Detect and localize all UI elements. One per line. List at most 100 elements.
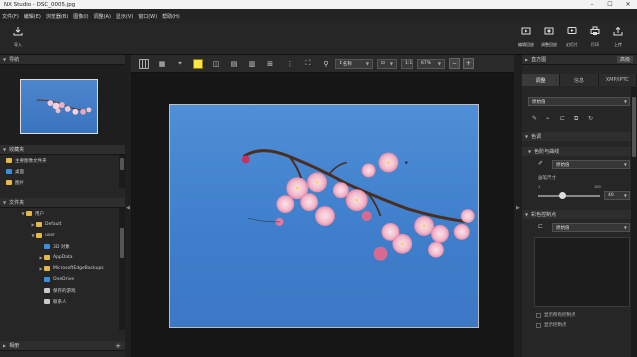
favorites-section: ▼ 收藏夹 主要图像文件夹 桌面 图片 [0,145,125,188]
sort-dropdown[interactable]: ↕ 名称 ▼ [335,58,373,69]
single-view-button[interactable] [193,58,203,69]
slider-min: 1 [538,185,541,189]
filter-icon: ⚲ [323,59,329,68]
split-view-button[interactable]: ▥ [247,59,257,69]
tab-info[interactable]: 信息 [560,74,599,86]
tree-item-saved-games[interactable]: 保存的游戏 [0,285,125,296]
close-button[interactable]: ✕ [619,0,637,9]
brush-icon[interactable]: ⌁ [546,115,550,122]
play-adjust-icon [544,27,554,35]
zoom-out-button[interactable]: − [449,58,460,69]
levels-preset-dropdown[interactable]: 原始值 ▼ [552,160,630,169]
print-button[interactable]: 打印 [584,26,606,48]
show-all-points-checkbox[interactable] [536,313,541,318]
menu-window[interactable]: 窗口(W) [138,13,157,20]
brush-size-input[interactable]: 40 ▼ [604,191,630,200]
tree-item-3d-objects[interactable]: 3D 对象 [0,241,125,252]
zoom-in-button[interactable]: + [463,58,474,69]
grid-view-button[interactable]: ▤ [229,59,239,69]
menu-view[interactable]: 显示(V) [116,13,133,20]
window-controls: – ☐ ✕ [583,0,637,9]
edit-playback-button[interactable]: 编辑回放 [515,26,537,48]
navigator-thumbnail[interactable] [20,79,98,134]
chevron-down-icon: ▼ [623,225,627,230]
fit-dropdown[interactable]: ⊡ ▼ [377,58,397,69]
menu-help[interactable]: 帮助(H) [162,13,180,20]
tab-adjust[interactable]: 调整 [522,74,561,86]
folder-icon [6,158,12,163]
eyedropper-icon[interactable]: ✐ [538,160,543,167]
map-pin-icon: ⌖ [178,59,182,67]
menu-adjust[interactable]: 调整(A) [94,13,111,20]
pencil-icon[interactable]: ✎ [532,115,537,122]
image-viewer[interactable] [131,73,514,357]
compare-button[interactable]: ◫ [211,59,221,69]
chevron-down-icon: ▼ [623,99,627,104]
map-button[interactable]: ⌖ [175,59,185,69]
crop-icon[interactable]: ⊏ [560,115,565,122]
tree-item-onedrive[interactable]: OneDrive [0,274,125,285]
menu-file[interactable]: 文件(F) [2,13,19,20]
menu-edit[interactable]: 编辑(E) [24,13,41,20]
maximize-button[interactable]: ☐ [601,0,619,9]
menu-image[interactable]: 图像(I) [73,13,88,20]
show-points-label: 显示控制点 [544,323,567,328]
filmstrip-button[interactable]: ▦ [157,59,167,69]
favorite-item[interactable]: 图片 [0,177,125,188]
right-panel: ▶ 直方图 高级 调整 信息 XMP/IPTC 原始值 ▼ ✎ ⌁ ⊏ ⧉ ↻ ▼ 色调… [522,55,637,357]
tree-item-contacts[interactable]: 联系人 [0,296,125,307]
import-button[interactable]: 导入 [7,26,29,48]
layout-button[interactable]: ⊞ [265,59,275,69]
thumbnail-grid-button[interactable] [139,58,149,69]
tree-item-user[interactable]: ▼ user [0,230,125,241]
collapse-left-icon: ◀ [126,205,130,211]
slider-handle[interactable] [559,192,567,199]
minimize-button[interactable]: – [583,0,601,9]
display-options-button[interactable]: ⋮ [285,59,295,69]
upload-button[interactable]: 上传 [607,26,629,48]
tone-section-header[interactable]: ▼ 色调 [522,132,631,141]
menu-bar: 文件(F) 编辑(E) 浏览器(B) 图像(I) 调整(A) 显示(V) 窗口(… [0,9,637,23]
straighten-icon[interactable]: ⧉ [574,115,578,123]
folders-header[interactable]: ▼ 文件夹 [0,198,125,208]
advanced-button[interactable]: 高级 [616,56,633,63]
color-points-header[interactable]: ▼ 彩色控制点 [522,210,631,219]
tree-item-edge-backups[interactable]: ▶ MicrosoftEdgeBackups [0,263,125,274]
tree-item-default[interactable]: ▶ Default [0,219,125,230]
cloud-icon [44,277,50,282]
filter-button[interactable]: ⚲ [321,59,331,69]
control-points-list[interactable] [534,237,630,307]
tree-item-appdata[interactable]: ▶ AppData [0,252,125,263]
brush-size-slider[interactable] [538,192,600,199]
right-panel-toggle[interactable]: ▶ [514,55,522,357]
rotate-icon[interactable]: ↻ [588,115,593,122]
ribbon: 导入 编辑回放 调整回放 幻灯片 打印 上传 [0,23,637,55]
menu-browser[interactable]: 浏览器(B) [46,13,68,20]
preset-dropdown[interactable]: 原始值 ▼ [528,97,630,106]
album-header[interactable]: ▶ 相册 + [0,341,125,351]
navigation-header[interactable]: ▼ 导航 [0,55,125,65]
photo-cherry-blossom[interactable] [169,104,479,328]
favorite-item[interactable]: 主要图像文件夹 [0,155,125,166]
add-album-button[interactable]: + [115,342,121,350]
add-control-point-icon[interactable]: ⊏ [538,223,543,230]
collapse-arrow-icon: ▼ [525,134,529,139]
right-panel-scrollbar[interactable] [631,87,637,357]
color-preset-dropdown[interactable]: 原始值 ▼ [552,223,630,232]
tree-item-users[interactable]: ▼ 用户 [0,208,125,219]
zoom-dropdown[interactable]: 67% ▼ [417,58,445,69]
zoom-out-icon: − [451,60,458,67]
actual-size-button[interactable]: 1:1 [401,58,413,69]
play-edit-icon [521,27,531,35]
levels-section-header[interactable]: ▼ 色阶与曲线 [522,147,631,156]
favorites-header[interactable]: ▼ 收藏夹 [0,145,125,155]
slideshow-button[interactable]: 幻灯片 [561,26,583,48]
favorite-item[interactable]: 桌面 [0,166,125,177]
cherry-blossom-photo [241,149,475,261]
histogram-header[interactable]: ▶ 直方图 高级 [522,55,637,65]
fit-screen-button[interactable]: ⛶ [303,59,313,69]
split-icon: ▥ [248,59,256,68]
tab-xmp[interactable]: XMP/IPTC [598,74,637,86]
show-points-checkbox[interactable] [536,323,541,328]
adjust-playback-button[interactable]: 调整回放 [538,26,560,48]
